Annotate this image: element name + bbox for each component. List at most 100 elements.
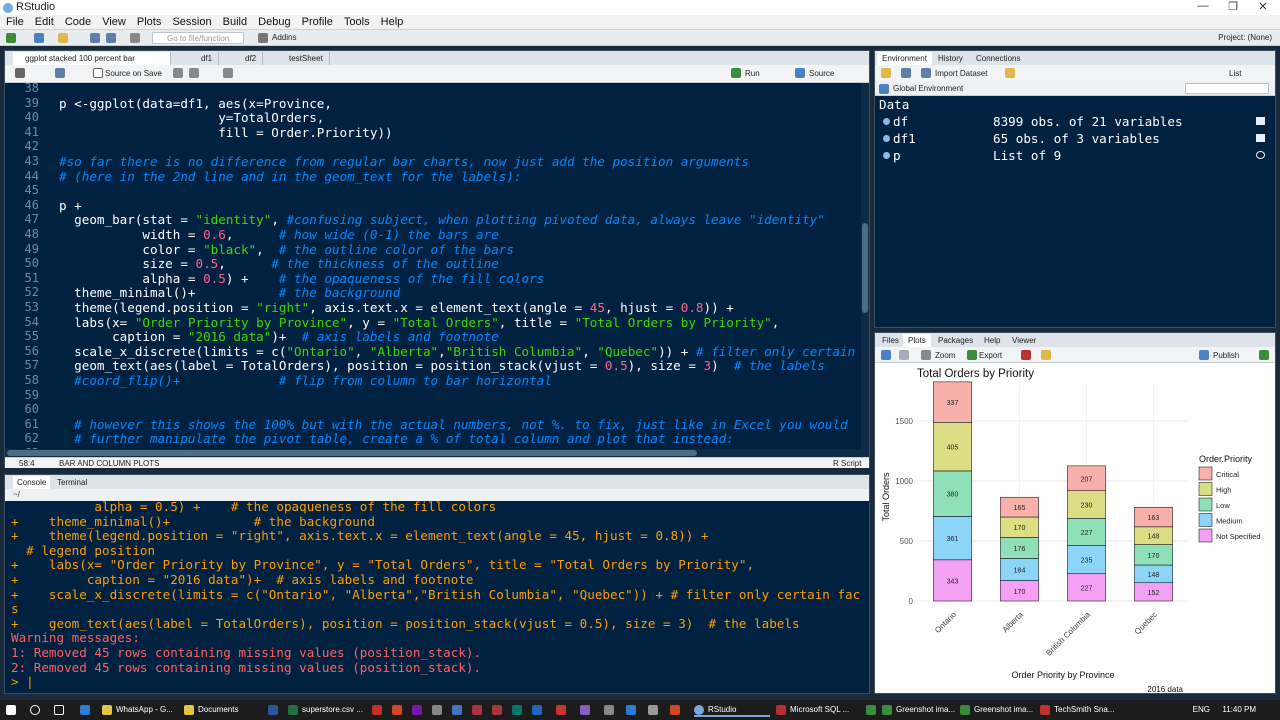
tab-history[interactable]: History (933, 52, 968, 65)
export-icon[interactable] (967, 350, 977, 360)
code-line[interactable]: width = 0.6, # how wide (0-1) the bars a… (59, 227, 498, 242)
back-icon[interactable] (15, 68, 25, 78)
import-dataset-button[interactable]: Import Dataset (935, 69, 987, 78)
run-icon[interactable] (731, 68, 741, 78)
view-table-icon[interactable] (1256, 134, 1265, 142)
menu-build[interactable]: Build (223, 15, 247, 30)
broom-icon[interactable] (1005, 68, 1015, 78)
publish-button[interactable]: Publish (1213, 351, 1239, 360)
import-icon[interactable] (921, 68, 931, 78)
menu-session[interactable]: Session (172, 15, 211, 30)
goto-file-input[interactable]: Go to file/function (152, 32, 244, 44)
code-line[interactable]: theme_minimal()+ # the background (59, 285, 400, 300)
menu-tools[interactable]: Tools (344, 15, 370, 30)
menu-view[interactable]: View (102, 15, 126, 30)
refresh-icon[interactable] (1259, 350, 1269, 360)
onenote-icon[interactable] (412, 703, 422, 717)
editor-vscroll[interactable] (861, 83, 869, 457)
grid-icon[interactable] (258, 33, 268, 43)
publisher-icon[interactable] (512, 703, 522, 717)
code-line[interactable]: color = "black", # the outline color of … (59, 242, 514, 257)
zoom-icon[interactable] (921, 350, 931, 360)
source-icon[interactable] (795, 68, 805, 78)
source-button[interactable]: Source (809, 69, 834, 78)
console-output[interactable]: alpha = 0.5) + # the opaqueness of the f… (5, 501, 861, 693)
print-icon[interactable] (130, 33, 140, 43)
app-icon[interactable] (626, 703, 636, 717)
env-row-df[interactable]: df 8399 obs. of 21 variables (879, 114, 1269, 130)
code-line[interactable]: geom_text(aes(label = TotalOrders), posi… (59, 358, 825, 373)
magnifier-icon[interactable] (1256, 151, 1265, 159)
search-icon[interactable] (30, 703, 40, 717)
tab-terminal[interactable]: Terminal (53, 476, 91, 489)
run-button[interactable]: Run (745, 69, 760, 78)
view-table-icon[interactable] (1256, 117, 1265, 125)
addins-menu[interactable]: Addins (272, 33, 296, 42)
taskbar-techsmith[interactable]: TechSmith Sna... (1040, 703, 1114, 717)
app-icon[interactable] (670, 703, 680, 717)
environment-search-input[interactable] (1185, 83, 1269, 94)
visual-studio-icon[interactable] (580, 703, 590, 717)
word-icon[interactable] (268, 703, 278, 717)
clock[interactable]: 11:40 PM (1222, 703, 1256, 717)
zoom-button[interactable]: Zoom (935, 351, 955, 360)
app-icon[interactable] (452, 703, 462, 717)
new-file-icon[interactable] (6, 33, 16, 43)
tab-df2[interactable]: df2 (233, 52, 264, 65)
search-icon[interactable] (173, 68, 183, 78)
start-icon[interactable] (6, 703, 16, 717)
export-button[interactable]: Export (979, 351, 1002, 360)
code-line[interactable]: #so far there is no difference from regu… (59, 154, 749, 169)
code-line[interactable]: fill = Order.Priority)) (59, 125, 392, 140)
app-icon[interactable] (532, 703, 542, 717)
tab-testsheet[interactable]: testSheet (277, 52, 330, 65)
code-line[interactable]: size = 0.5, # the thickness of the outli… (59, 256, 498, 271)
new-project-icon[interactable] (34, 33, 44, 43)
editor-hscroll[interactable] (5, 449, 861, 457)
edge-icon[interactable] (80, 703, 90, 717)
code-line[interactable]: theme(legend.position = "right", axis.te… (59, 300, 734, 315)
files-icon[interactable] (432, 703, 442, 717)
language-label[interactable]: R Script (833, 459, 861, 468)
code-line[interactable]: # however this shows the 100% but with t… (59, 417, 847, 432)
list-view-button[interactable]: List (1229, 69, 1241, 78)
save-icon[interactable] (55, 68, 65, 78)
taskbar-sql[interactable]: Microsoft SQL ... (776, 703, 849, 717)
env-row-p[interactable]: p List of 9 (879, 148, 1269, 164)
taskbar-whatsapp[interactable]: WhatsApp - G... (102, 703, 173, 717)
tab-connections[interactable]: Connections (971, 52, 1025, 65)
code-line[interactable]: caption = "2016 data")+ # axis labels an… (59, 329, 499, 344)
app-icon[interactable] (472, 703, 482, 717)
app-icon[interactable] (556, 703, 566, 717)
env-row-df1[interactable]: df1 65 obs. of 3 variables (879, 131, 1269, 147)
code-line[interactable]: scale_x_discrete(limits = c("Ontario", "… (59, 344, 861, 359)
tab-viewer[interactable]: Viewer (1007, 334, 1041, 347)
pdf-icon[interactable] (372, 703, 382, 717)
taskbar-documents[interactable]: Documents (184, 703, 238, 717)
taskbar-superstore[interactable]: superstore.csv ... (288, 703, 363, 717)
section-label[interactable]: BAR AND COLUMN PLOTS (59, 459, 159, 468)
wand-icon[interactable] (189, 68, 199, 78)
save-icon[interactable] (90, 33, 100, 43)
tab-files[interactable]: Files (877, 334, 904, 347)
project-menu[interactable]: Project: (None) (1218, 33, 1272, 42)
menu-profile[interactable]: Profile (302, 15, 333, 30)
publish-icon[interactable] (1199, 350, 1209, 360)
access-icon[interactable] (492, 703, 502, 717)
broom-icon[interactable] (1041, 350, 1051, 360)
app-icon[interactable] (866, 703, 876, 717)
remove-plot-icon[interactable] (1021, 350, 1031, 360)
taskbar-greenshot-2[interactable]: Greenshot ima... (960, 703, 1033, 717)
open-file-icon[interactable] (58, 33, 68, 43)
load-icon[interactable] (881, 68, 891, 78)
next-plot-icon[interactable] (899, 350, 909, 360)
task-view-icon[interactable] (54, 703, 64, 717)
minimize-icon[interactable]: — (1188, 0, 1218, 12)
code-line[interactable]: # (here in the 2nd line and in the geom_… (59, 169, 522, 184)
checkbox-icon[interactable] (93, 68, 103, 78)
close-icon[interactable]: ✕ (1248, 0, 1278, 13)
taskbar-greenshot-1[interactable]: Greenshot ima... (882, 703, 955, 717)
menu-code[interactable]: Code (65, 15, 91, 30)
code-area[interactable]: 38 39 p <-ggplot(data=df1, aes(x=Province,… (5, 83, 861, 459)
tab-console[interactable]: Console (13, 476, 51, 489)
